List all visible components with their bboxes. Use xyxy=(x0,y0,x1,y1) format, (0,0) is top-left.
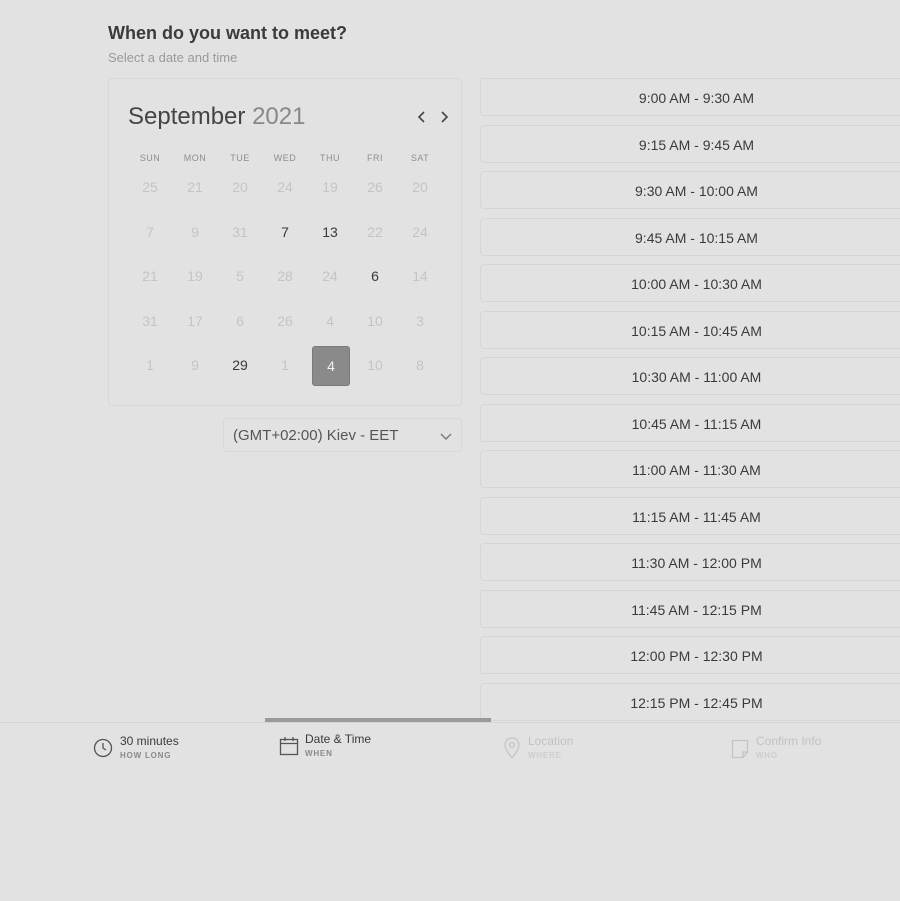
time-slot-button[interactable]: 9:30 AM - 10:00 AM xyxy=(480,171,900,209)
calendar-day[interactable]: 29 xyxy=(220,345,260,385)
calendar-day: 24 xyxy=(412,223,428,240)
timezone-select[interactable]: (GMT+02:00) Kiev - EET xyxy=(223,418,462,452)
calendar-day: 19 xyxy=(187,268,203,284)
calendar-day: 9 xyxy=(191,357,199,373)
time-slot-label: 9:45 AM - 10:15 AM xyxy=(635,229,758,246)
time-slot-button[interactable]: 10:45 AM - 11:15 AM xyxy=(480,403,900,442)
time-slot-label: 10:30 AM - 11:00 AM xyxy=(631,369,762,385)
step-progress-indicator xyxy=(265,718,491,722)
calendar: September 2021 SUN MON TUE WED THU FRI SAT 25 2… xyxy=(108,78,462,406)
calendar-day: 8 xyxy=(416,357,424,373)
calendar-day: 14 xyxy=(412,268,428,284)
calendar-day: 26 xyxy=(277,312,293,329)
calendar-day: 1 xyxy=(281,357,289,373)
calendar-day[interactable]: 13 xyxy=(310,212,350,252)
calendar-day: 17 xyxy=(187,312,203,329)
calendar-month-year: September 2021 xyxy=(128,103,305,131)
time-slot-button[interactable]: 11:45 AM - 12:15 PM xyxy=(480,589,900,628)
time-slot-button[interactable]: 10:30 AM - 11:00 AM xyxy=(480,357,900,395)
page-title: When do you want to meet? xyxy=(108,23,347,43)
weekday-label: SAT xyxy=(410,153,430,163)
time-slot-button[interactable]: 9:15 AM - 9:45 AM xyxy=(480,124,900,163)
location-pin-icon xyxy=(504,737,520,759)
chevron-left-icon xyxy=(417,111,425,123)
calendar-day-selected[interactable]: 4 xyxy=(312,346,350,386)
weekday-label: THU xyxy=(320,153,340,163)
weekday-label: TUE xyxy=(230,153,250,163)
calendar-day: 5 xyxy=(236,268,244,284)
timezone-value: (GMT+02:00) Kiev - EET xyxy=(233,427,399,444)
time-slot-label: 11:15 AM - 11:45 AM xyxy=(632,508,761,525)
calendar-day: 31 xyxy=(142,312,158,329)
calendar-day: 22 xyxy=(367,223,383,240)
calendar-day: 20 xyxy=(412,179,428,195)
calendar-day: 6 xyxy=(236,312,244,329)
step-sublabel: WHEN xyxy=(305,749,333,758)
weekday-label: SUN xyxy=(139,153,161,163)
calendar-day: 28 xyxy=(277,268,293,284)
time-slot-label: 12:15 PM - 12:45 PM xyxy=(630,694,763,711)
calendar-day: 19 xyxy=(322,179,338,195)
calendar-day: 3 xyxy=(416,312,424,329)
weekday-label: WED xyxy=(273,153,297,163)
calendar-day[interactable]: 7 xyxy=(265,212,305,252)
calendar-day: 4 xyxy=(326,312,334,329)
step-label: 30 minutes xyxy=(120,734,179,748)
time-slot-label: 9:00 AM - 9:30 AM xyxy=(638,90,755,106)
calendar-day: 7 xyxy=(146,223,154,240)
step-sublabel: HOW LONG xyxy=(120,751,172,760)
chevron-down-icon xyxy=(440,433,452,440)
chevron-right-icon xyxy=(441,111,449,123)
calendar-month: September xyxy=(128,103,246,130)
time-slot-label: 11:00 AM - 11:30 AM xyxy=(632,462,761,478)
step-label: Location xyxy=(528,734,574,748)
step-sublabel: WHO xyxy=(756,751,778,760)
step-sublabel: WHERE xyxy=(528,751,562,760)
calendar-day[interactable]: 6 xyxy=(355,256,395,296)
steps-footer xyxy=(0,722,900,901)
calendar-day: 10 xyxy=(367,357,383,373)
time-slot-label: 12:00 PM - 12:30 PM xyxy=(630,648,763,664)
time-slot-label: 10:15 AM - 10:45 AM xyxy=(631,322,762,339)
time-slot-button[interactable]: 10:00 AM - 10:30 AM xyxy=(480,264,900,302)
step-label: Date & Time xyxy=(305,732,372,746)
time-slot-label: 11:45 AM - 12:15 PM xyxy=(631,601,762,618)
time-slot-label: 9:30 AM - 10:00 AM xyxy=(635,183,758,199)
calendar-day: 31 xyxy=(232,223,248,240)
time-slot-button[interactable]: 11:30 AM - 12:00 PM xyxy=(480,543,900,581)
next-month-button[interactable] xyxy=(435,108,453,126)
time-slot-label: 10:45 AM - 11:15 AM xyxy=(631,415,762,432)
clock-icon xyxy=(93,738,113,758)
time-slot-button[interactable]: 11:00 AM - 11:30 AM xyxy=(480,450,900,488)
weekday-label: MON xyxy=(183,153,207,163)
page-subtitle: Select a date and time xyxy=(108,50,238,65)
note-icon xyxy=(731,739,749,759)
time-slot-button[interactable]: 10:15 AM - 10:45 AM xyxy=(480,310,900,349)
calendar-day: 9 xyxy=(191,223,199,240)
calendar-day: 26 xyxy=(367,179,383,195)
calendar-day: 24 xyxy=(322,268,338,284)
step-label: Confirm Info xyxy=(756,734,822,748)
time-slot-label: 10:00 AM - 10:30 AM xyxy=(631,276,762,292)
previous-month-button[interactable] xyxy=(413,108,431,126)
time-slot-label: 11:30 AM - 12:00 PM xyxy=(631,555,762,571)
calendar-day: 1 xyxy=(146,357,154,373)
calendar-day: 21 xyxy=(187,179,203,195)
calendar-day: 24 xyxy=(277,179,293,195)
time-slot-button[interactable]: 11:15 AM - 11:45 AM xyxy=(480,496,900,535)
time-slot-button[interactable]: 12:00 PM - 12:30 PM xyxy=(480,636,900,674)
time-slot-button[interactable]: 9:00 AM - 9:30 AM xyxy=(480,78,900,116)
calendar-day: 20 xyxy=(232,179,248,195)
calendar-icon xyxy=(279,737,299,756)
calendar-year: 2021 xyxy=(252,103,306,130)
time-slot-button[interactable]: 12:15 PM - 12:45 PM xyxy=(480,682,900,721)
calendar-day: 10 xyxy=(367,312,383,329)
calendar-day: 25 xyxy=(142,179,158,195)
weekday-label: FRI xyxy=(367,153,383,163)
time-slot-label: 9:15 AM - 9:45 AM xyxy=(638,136,755,153)
time-slot-button[interactable]: 9:45 AM - 10:15 AM xyxy=(480,217,900,256)
calendar-day: 21 xyxy=(142,268,158,284)
